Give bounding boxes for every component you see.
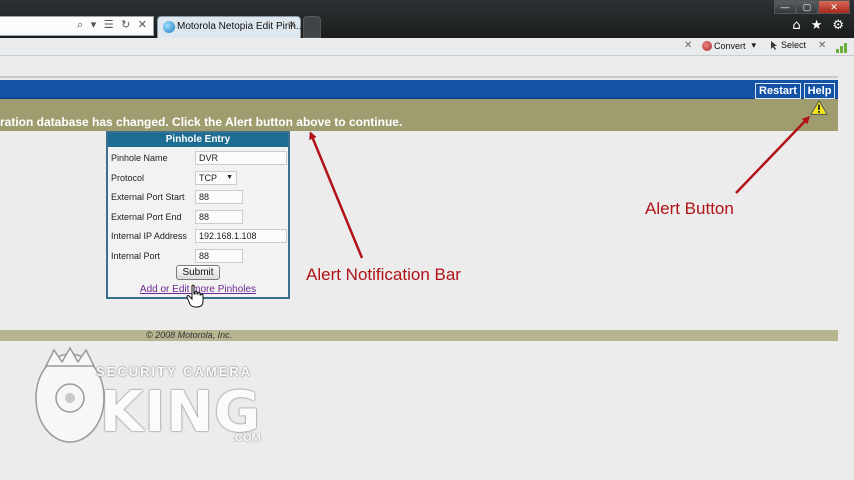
watermark-text-domain: .COM [232, 432, 261, 444]
watermark-text-top: SECURITY CAMERA [96, 364, 253, 379]
alert-bar-arrow [309, 131, 364, 259]
annotation-alert-button: Alert Button [645, 199, 734, 218]
alert-button-arrow [735, 115, 811, 194]
annotation-alert-notification-bar: Alert Notification Bar [306, 265, 461, 284]
